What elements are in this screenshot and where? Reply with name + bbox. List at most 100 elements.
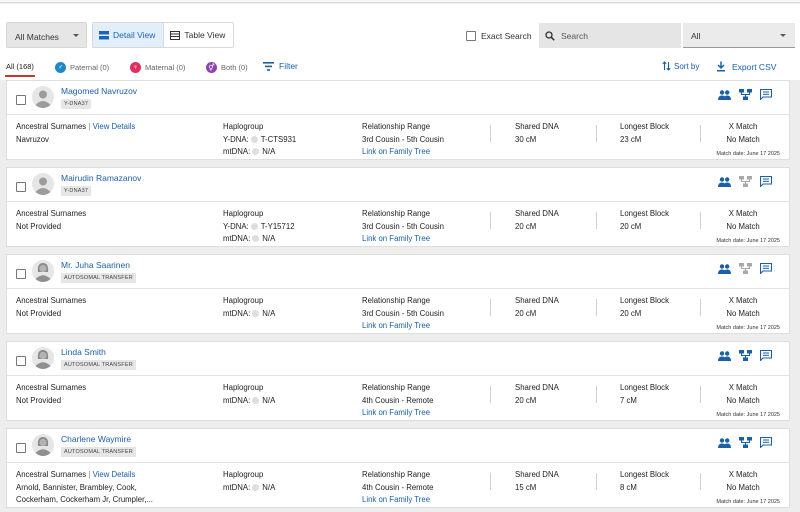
- people-icon[interactable]: [718, 263, 731, 276]
- select-match-checkbox[interactable]: [16, 182, 26, 192]
- longest-block-value: 20 cM: [620, 221, 642, 231]
- match-date: Match date: June 17 2025: [716, 412, 780, 418]
- x-match-column: X Match No Match: [719, 208, 767, 233]
- match-card: Linda Smith AUTOSOMAL TRANSFER Ancestral S…: [6, 341, 790, 421]
- match-actions: [718, 88, 773, 102]
- longest-block-header: Longest Block: [620, 383, 669, 392]
- paternal-icon: ♂: [55, 62, 66, 73]
- match-name-link[interactable]: Mairudin Ramazanov: [61, 173, 141, 183]
- shared-dna-column: Shared DNA 20 cM: [515, 295, 559, 320]
- family-tree-icon[interactable]: [739, 350, 752, 363]
- ancestral-surnames-column: Ancestral Surnames | View Details Arnold,…: [16, 469, 153, 507]
- search-placeholder: Search: [561, 30, 588, 41]
- match-name-link[interactable]: Linda Smith: [61, 347, 106, 357]
- test-type-badge: AUTOSOMAL TRANSFER: [61, 360, 136, 370]
- family-tree-icon[interactable]: [739, 263, 752, 276]
- family-tree-icon[interactable]: [739, 176, 752, 189]
- caret-down-icon: [73, 34, 79, 37]
- shared-dna-column: Shared DNA 20 cM: [515, 208, 559, 233]
- ancestral-surnames-header: Ancestral Surnames: [16, 383, 87, 392]
- haplogroup-column: Haplogroup Y-DNA: T-CTS931 mtDNA: N/A: [223, 121, 296, 159]
- haplogroup-dot-icon: [250, 222, 258, 230]
- haplogroup-label: mtDNA:: [223, 482, 251, 492]
- ancestral-surnames-column: Ancestral Surnames Not Provided: [16, 295, 86, 320]
- exact-search-checkbox[interactable]: [466, 31, 476, 41]
- surnames-value: Not Provided: [16, 221, 62, 231]
- longest-block-value: 7 cM: [620, 395, 637, 405]
- relationship-header: Relationship Range: [362, 122, 431, 131]
- relationship-header: Relationship Range: [362, 296, 431, 305]
- match-name-link[interactable]: Charlene Waymire: [61, 434, 131, 444]
- message-icon[interactable]: [759, 88, 773, 102]
- matches-select[interactable]: All Matches: [6, 22, 87, 48]
- longest-block-header: Longest Block: [620, 122, 669, 131]
- test-type-badge: Y-DNA37: [61, 99, 92, 109]
- haplogroup-value: N/A: [262, 234, 276, 243]
- shared-dna-value: 20 cM: [515, 395, 537, 405]
- haplogroup-label: mtDNA:: [223, 147, 251, 156]
- family-tree-icon[interactable]: [739, 437, 752, 450]
- match-name-link[interactable]: Mr. Juha Saarinen: [61, 260, 130, 270]
- people-icon[interactable]: [718, 437, 731, 450]
- shared-dna-column: Shared DNA 30 cM: [515, 121, 559, 146]
- message-icon[interactable]: [759, 349, 773, 363]
- filter-button[interactable]: Filter: [263, 61, 298, 71]
- shared-dna-column: Shared DNA 20 cM: [515, 382, 559, 407]
- select-match-checkbox[interactable]: [16, 356, 26, 366]
- x-match-column: X Match No Match: [719, 469, 767, 494]
- relationship-value: 4th Cousin - Remote: [362, 395, 434, 405]
- haplogroup-dot-icon: [252, 396, 260, 404]
- export-csv-button[interactable]: Export CSV: [716, 61, 776, 72]
- link-family-tree-link[interactable]: Link on Family Tree: [362, 320, 444, 333]
- message-icon[interactable]: [759, 262, 773, 276]
- exact-search-toggle[interactable]: Exact Search: [466, 31, 532, 41]
- select-match-checkbox[interactable]: [16, 95, 26, 105]
- tab-all[interactable]: All (168): [5, 62, 35, 77]
- avatar: [32, 347, 54, 369]
- card-divider: [7, 114, 789, 115]
- shared-dna-header: Shared DNA: [515, 296, 559, 305]
- link-family-tree-link[interactable]: Link on Family Tree: [362, 146, 444, 159]
- view-details-link[interactable]: View Details: [93, 470, 136, 479]
- haplogroup-label: mtDNA:: [223, 308, 251, 318]
- ancestral-surnames-header: Ancestral Surnames: [16, 122, 87, 131]
- longest-block-column: Longest Block 20 cM: [620, 295, 669, 320]
- shared-dna-value: 20 cM: [515, 308, 537, 318]
- view-details-link[interactable]: View Details: [93, 122, 136, 131]
- people-icon[interactable]: [718, 89, 731, 102]
- haplogroup-header: Haplogroup: [223, 122, 264, 131]
- search-scope-select[interactable]: All: [683, 23, 795, 48]
- tab-paternal-label: Paternal (0): [70, 63, 110, 72]
- surnames-value: Not Provided: [16, 308, 62, 318]
- message-icon[interactable]: [759, 436, 773, 450]
- select-match-checkbox[interactable]: [16, 269, 26, 279]
- relationship-value: 3rd Cousin - 5th Cousin: [362, 221, 444, 231]
- search-icon: [545, 30, 555, 41]
- x-match-column: X Match No Match: [719, 121, 767, 146]
- family-tree-icon[interactable]: [739, 89, 752, 102]
- avatar: [32, 86, 54, 108]
- select-match-checkbox[interactable]: [16, 443, 26, 453]
- exact-search-label: Exact Search: [481, 31, 532, 41]
- tab-both[interactable]: ⚥ Both (0): [206, 62, 248, 73]
- table-view-button[interactable]: Table View: [164, 23, 234, 47]
- tab-all-label: All (168): [6, 62, 34, 71]
- haplogroup-value: N/A: [262, 308, 276, 318]
- tab-paternal[interactable]: ♂ Paternal (0): [55, 62, 109, 73]
- tab-maternal[interactable]: ♀ Maternal (0): [130, 62, 185, 73]
- people-icon[interactable]: [718, 176, 731, 189]
- message-icon[interactable]: [759, 175, 773, 189]
- haplogroup-value: N/A: [262, 395, 276, 405]
- card-divider: [7, 462, 789, 463]
- sort-by-button[interactable]: Sort by: [662, 61, 699, 71]
- haplogroup-dot-icon: [252, 483, 260, 491]
- search-input[interactable]: Search: [539, 23, 681, 48]
- link-family-tree-link[interactable]: Link on Family Tree: [362, 407, 434, 420]
- top-border: [0, 0, 800, 3]
- link-family-tree-link[interactable]: Link on Family Tree: [362, 494, 434, 507]
- match-name-link[interactable]: Magomed Navruzov: [61, 86, 137, 96]
- relationship-value: 4th Cousin - Remote: [362, 482, 434, 492]
- people-icon[interactable]: [718, 350, 731, 363]
- detail-view-button[interactable]: Detail View: [93, 23, 165, 47]
- link-family-tree-link[interactable]: Link on Family Tree: [362, 233, 444, 246]
